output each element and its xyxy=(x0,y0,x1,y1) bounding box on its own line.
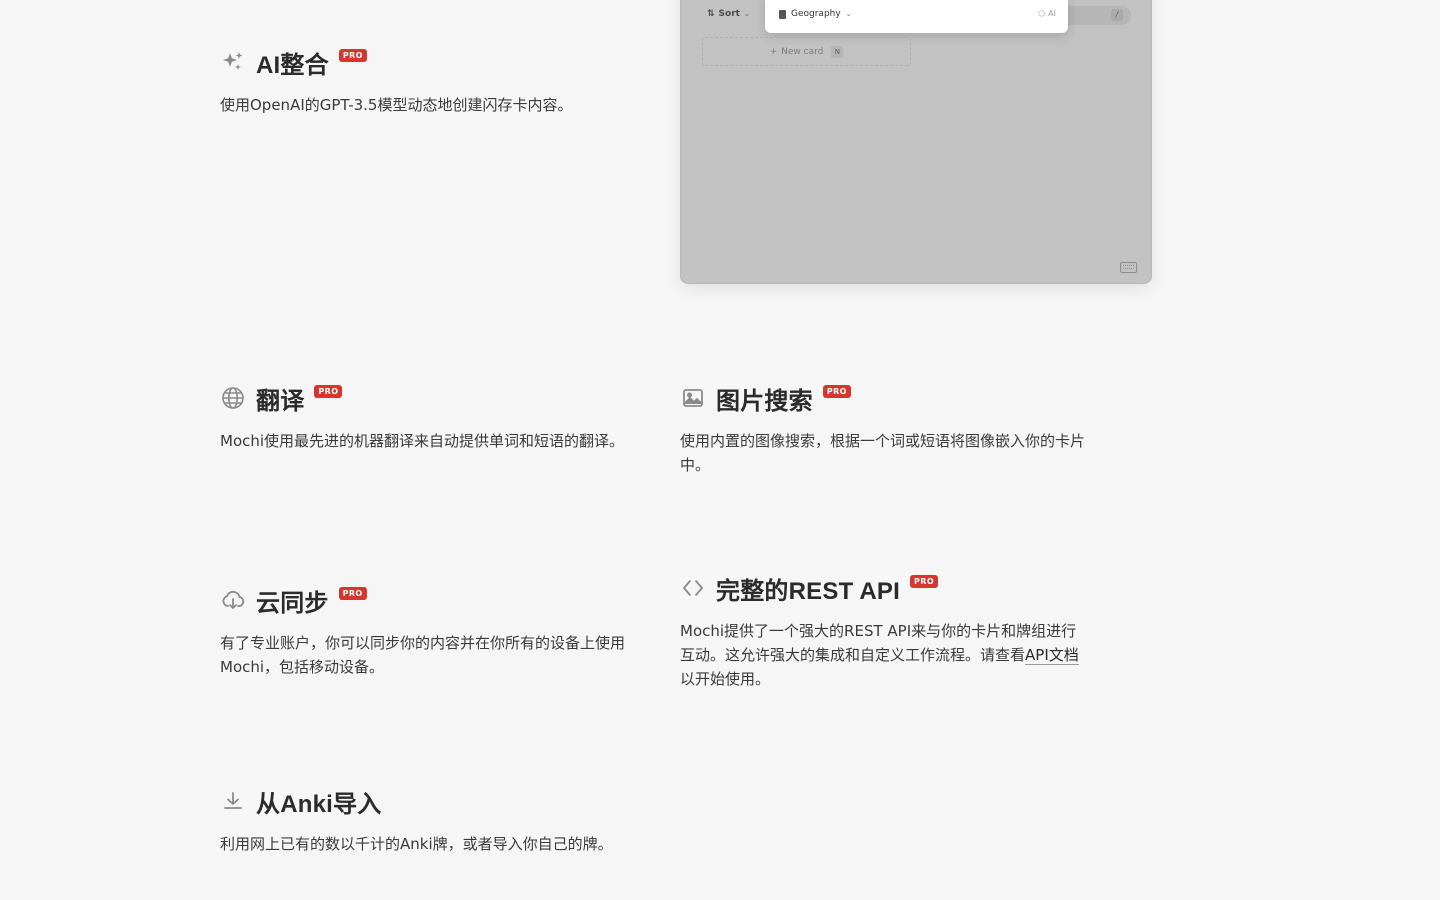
image-icon xyxy=(680,385,706,411)
new-card-button: + New card N xyxy=(702,37,911,66)
sort-button: ⇅ Sort ⌄ xyxy=(707,9,750,19)
pro-badge: PRO xyxy=(822,384,851,398)
feature-translate: 翻译 PRO Mochi使用最先进的机器翻译来自动提供单词和短语的翻译。 xyxy=(220,381,630,453)
search-shortcut-key: / xyxy=(1111,9,1123,21)
sort-icon: ⇅ xyxy=(707,9,715,19)
feature-title: 翻译 xyxy=(256,387,305,415)
keyboard-icon xyxy=(1120,262,1137,273)
description-text: Mochi提供了一个强大的REST API来与你的卡片和牌组进行互动。这允许强大… xyxy=(680,622,1077,664)
feature-title: 从Anki导入 xyxy=(256,790,382,818)
sort-label: Sort xyxy=(718,9,740,19)
feature-description: 有了专业账户，你可以同步你的内容并在你所有的设备上使用Mochi，包括移动设备。 xyxy=(220,634,626,676)
feature-description: 使用OpenAI的GPT-3.5模型动态地创建闪存卡内容。 xyxy=(220,96,573,114)
cloud-download-icon xyxy=(220,587,246,613)
ai-label: AI xyxy=(1048,9,1056,18)
feature-sync: 云同步 PRO 有了专业账户，你可以同步你的内容并在你所有的设备上使用Mochi… xyxy=(220,583,630,679)
chevron-down-icon: ⌄ xyxy=(743,10,750,18)
globe-icon xyxy=(220,385,246,411)
pro-badge: PRO xyxy=(314,384,343,398)
feature-title: AI整合 xyxy=(256,51,329,79)
deck-selector: Geography ⌄ xyxy=(779,9,852,19)
chevron-down-icon: ⌄ xyxy=(845,10,852,18)
deck-name: Geography xyxy=(791,9,841,19)
feature-title: 图片搜索 xyxy=(716,387,813,415)
feature-title: 云同步 xyxy=(256,589,329,617)
feature-description: Mochi使用最先进的机器翻译来自动提供单词和短语的翻译。 xyxy=(220,432,625,450)
app-preview-screenshot: ⇅ Sort ⌄ / Geography ⌄ ⬡ AI + New card N xyxy=(680,0,1152,284)
feature-anki-import: 从Anki导入 利用网上已有的数以千计的Anki牌，或者导入你自己的牌。 xyxy=(220,784,630,856)
api-docs-link[interactable]: API文档 xyxy=(1025,646,1079,665)
feature-ai: AI整合 PRO 使用OpenAI的GPT-3.5模型动态地创建闪存卡内容。 xyxy=(220,45,630,117)
pro-badge: PRO xyxy=(910,574,939,588)
description-text: 以开始使用。 xyxy=(680,670,771,688)
code-icon xyxy=(680,575,706,601)
feature-description: Mochi提供了一个强大的REST API来与你的卡片和牌组进行互动。这允许强大… xyxy=(680,619,1090,691)
download-icon xyxy=(220,788,246,814)
cube-icon: ⬡ xyxy=(1038,9,1046,18)
ai-button: ⬡ AI xyxy=(1038,9,1056,18)
feature-description: 使用内置的图像搜索，根据一个词或短语将图像嵌入你的卡片中。 xyxy=(680,432,1086,474)
feature-image-search: 图片搜索 PRO 使用内置的图像搜索，根据一个词或短语将图像嵌入你的卡片中。 xyxy=(680,381,1090,477)
deck-popup: Geography ⌄ ⬡ AI xyxy=(765,0,1068,33)
new-card-label: New card xyxy=(781,46,824,57)
feature-title: 完整的REST API xyxy=(716,577,900,605)
feature-description: 利用网上已有的数以千计的Anki牌，或者导入你自己的牌。 xyxy=(220,835,613,853)
pro-badge: PRO xyxy=(338,586,367,600)
sparkles-icon xyxy=(220,49,246,75)
pro-badge: PRO xyxy=(338,48,367,62)
plus-icon: + xyxy=(769,46,778,57)
feature-api: 完整的REST API PRO Mochi提供了一个强大的REST API来与你… xyxy=(680,571,1090,691)
new-card-shortcut-key: N xyxy=(831,45,844,58)
book-icon xyxy=(779,9,786,19)
